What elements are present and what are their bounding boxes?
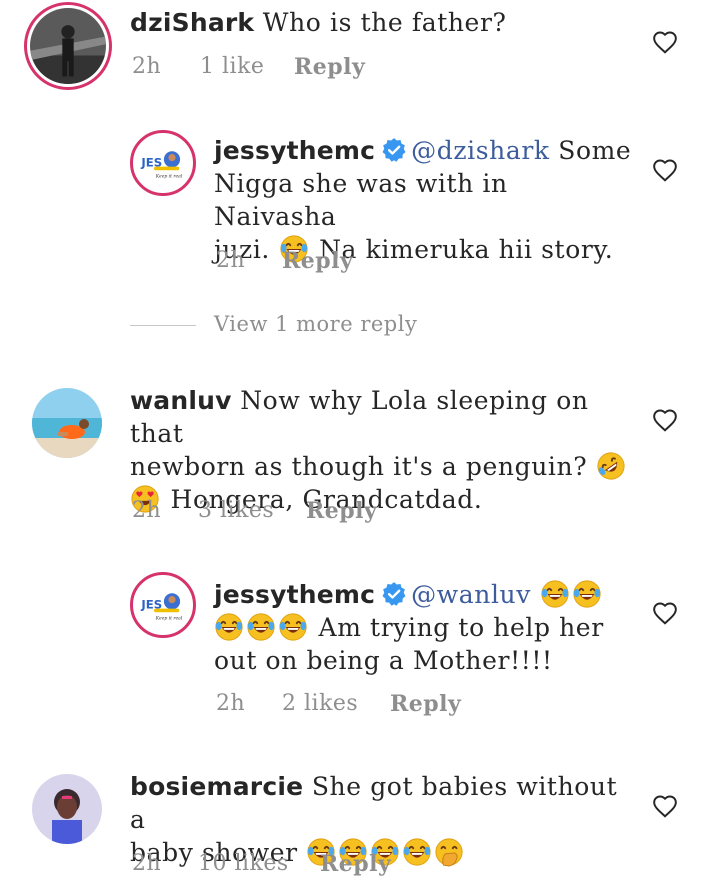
tears-of-joy-emoji-icon: [246, 612, 276, 642]
avatar[interactable]: [32, 388, 102, 458]
heart-icon[interactable]: [652, 794, 678, 818]
avatar-photo: [30, 8, 106, 84]
timestamp: 2h: [132, 498, 162, 523]
mention-link[interactable]: @dzishark: [411, 136, 550, 165]
avatar[interactable]: [130, 572, 196, 638]
avatar-photo: [32, 774, 102, 844]
tears-of-joy-emoji-icon: [572, 579, 602, 609]
likes-count[interactable]: 3 likes: [198, 498, 274, 523]
likes-count[interactable]: 10 likes: [198, 851, 289, 876]
rolling-laughing-emoji-icon: [596, 451, 626, 481]
avatar-logo: [136, 136, 190, 190]
avatar-logo: [136, 578, 190, 632]
heart-icon[interactable]: [652, 30, 678, 54]
tears-of-joy-emoji-icon: [214, 612, 244, 642]
username[interactable]: bosiemarcie: [130, 772, 303, 801]
reply-button[interactable]: Reply: [306, 498, 377, 524]
comment-body-part: Am trying to help her: [318, 613, 604, 642]
comment-meta: 2h Reply: [214, 248, 514, 278]
comment-meta: 2h 10 likes Reply: [130, 851, 430, 881]
username[interactable]: dziShark: [130, 8, 254, 37]
comment-body-part: newborn as though it's a penguin?: [130, 452, 588, 481]
timestamp: 2h: [132, 54, 162, 79]
view-more-replies[interactable]: View 1 more reply: [130, 312, 417, 336]
heart-icon[interactable]: [652, 408, 678, 432]
heart-icon[interactable]: [652, 158, 678, 182]
comment-text: jessythemc @dzishark Some Nigga she was w…: [214, 134, 634, 266]
divider-line: [130, 325, 196, 326]
tears-of-joy-emoji-icon: [278, 612, 308, 642]
comment-text: jessythemc @wanluv Am trying to help her …: [214, 578, 634, 677]
verified-badge-icon: [381, 137, 407, 163]
username[interactable]: jessythemc: [214, 580, 375, 609]
comment-body-part: Some: [558, 136, 632, 165]
comment-body-part: Nigga she was with in Naivasha: [214, 169, 508, 231]
comment-text: wanluv Now why Lola sleeping on that new…: [130, 384, 630, 516]
avatar[interactable]: [130, 130, 196, 196]
likes-count[interactable]: 1 like: [200, 54, 264, 79]
avatar-photo: [32, 388, 102, 458]
reply-button[interactable]: Reply: [282, 248, 353, 274]
timestamp: 2h: [132, 851, 162, 876]
username[interactable]: wanluv: [130, 386, 232, 415]
hand-over-mouth-emoji-icon: [434, 837, 464, 867]
reply-button[interactable]: Reply: [320, 851, 391, 877]
comment-meta: 2h 3 likes Reply: [130, 498, 430, 528]
view-more-label[interactable]: View 1 more reply: [214, 312, 417, 336]
avatar[interactable]: [24, 2, 112, 90]
comment-body: Who is the father?: [262, 8, 507, 37]
likes-count[interactable]: 2 likes: [282, 691, 358, 716]
avatar[interactable]: [32, 774, 102, 844]
comment-meta: 2h 1 like Reply: [130, 54, 430, 84]
reply-button[interactable]: Reply: [294, 54, 365, 80]
reply-button[interactable]: Reply: [390, 691, 461, 717]
comment-text: dziShark Who is the father?: [130, 6, 507, 39]
timestamp: 2h: [216, 248, 246, 273]
mention-link[interactable]: @wanluv: [411, 580, 531, 609]
comment-body-part: out on being a Mother!!!!: [214, 646, 553, 675]
timestamp: 2h: [216, 691, 246, 716]
verified-badge-icon: [381, 581, 407, 607]
username[interactable]: jessythemc: [214, 136, 375, 165]
tears-of-joy-emoji-icon: [540, 579, 570, 609]
comment-meta: 2h 2 likes Reply: [214, 691, 514, 721]
heart-icon[interactable]: [652, 601, 678, 625]
